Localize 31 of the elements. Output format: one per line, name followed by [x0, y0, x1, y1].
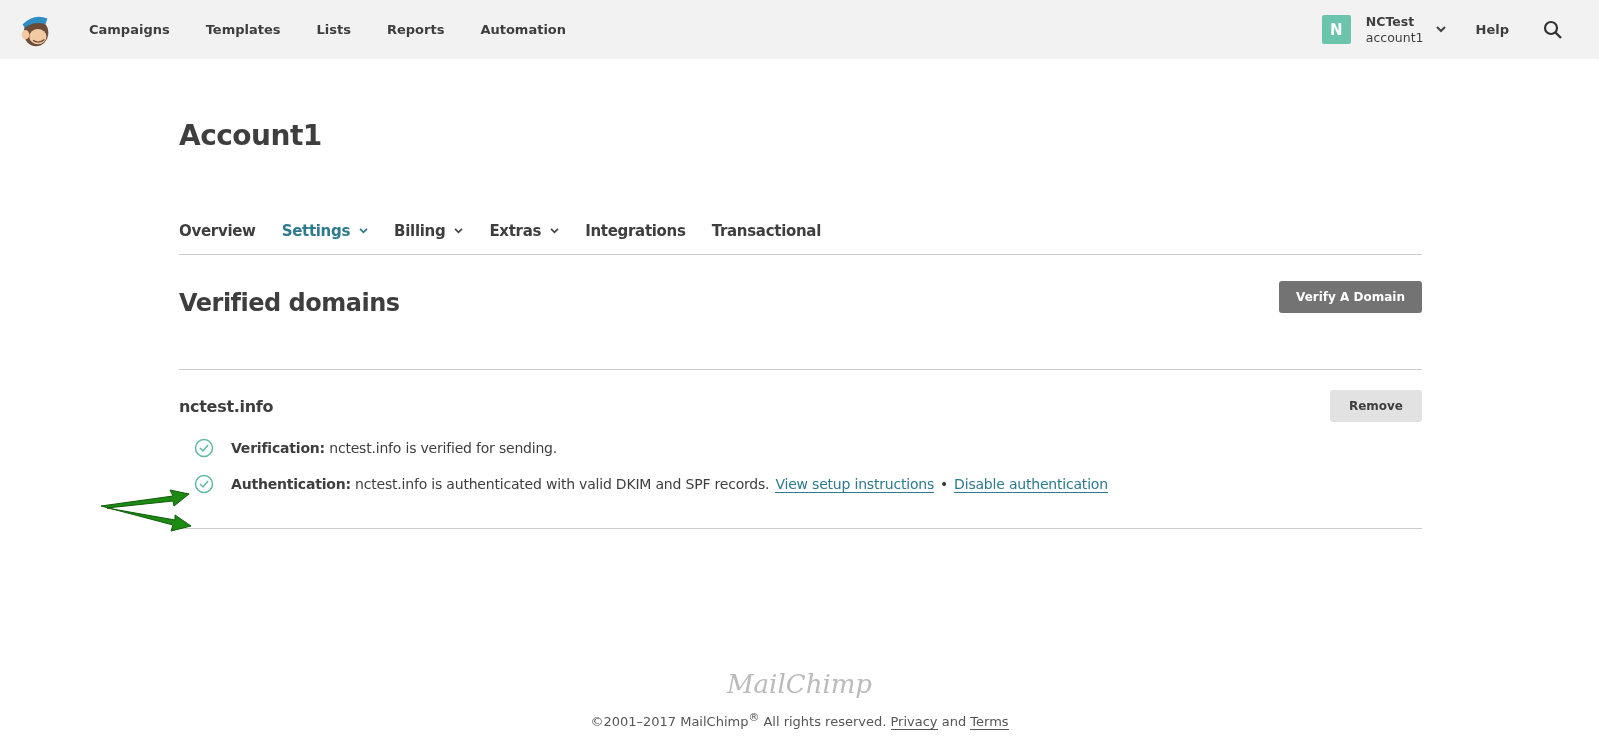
tab[interactable]: Extras: [489, 222, 560, 240]
joiner-text: and: [941, 714, 967, 730]
terms-link[interactable]: Terms: [970, 714, 1009, 731]
separator-dot: •: [940, 476, 949, 492]
domain-name: nctest.info: [179, 396, 274, 416]
tab[interactable]: Billing: [394, 222, 464, 240]
nav-link[interactable]: Lists: [298, 22, 369, 37]
nav-link[interactable]: Templates: [187, 22, 299, 37]
tab[interactable]: Transactional: [711, 222, 822, 240]
footer-logo: MailChimp: [725, 669, 873, 699]
nav-link[interactable]: Campaigns: [71, 22, 188, 37]
page-title: Account1: [179, 119, 323, 152]
tab[interactable]: Overview: [179, 222, 256, 240]
status-text: Authentication: nctest.info is authenticated with valid DKIM and SPF records.: [231, 476, 770, 492]
account-name[interactable]: NCTest: [1365, 13, 1424, 30]
status-text: Verification: nctest.info is verified for sending.: [231, 440, 558, 456]
tab[interactable]: Settings: [281, 222, 369, 240]
link[interactable]: Disable authentication: [954, 475, 1108, 493]
section-title: Verified domains: [179, 289, 400, 317]
verify-domain-button[interactable]: Verify A Domain: [1279, 281, 1422, 313]
remove-button[interactable]: Remove: [1329, 390, 1422, 422]
chevron-down-icon[interactable]: [1435, 26, 1446, 33]
search-icon[interactable]: [1543, 19, 1563, 40]
tab[interactable]: Integrations: [585, 222, 686, 240]
nav-link[interactable]: Reports: [368, 22, 463, 37]
copyright-text: ©2001–2017 MailChimp$^{®}$ All rights reserved.: [590, 714, 887, 730]
nav-link[interactable]: Automation: [462, 22, 585, 37]
help-link[interactable]: Help: [1475, 22, 1509, 37]
account-username: account1: [1365, 29, 1424, 46]
link[interactable]: View setup instructions: [775, 475, 935, 493]
privacy-link[interactable]: Privacy: [890, 714, 938, 731]
